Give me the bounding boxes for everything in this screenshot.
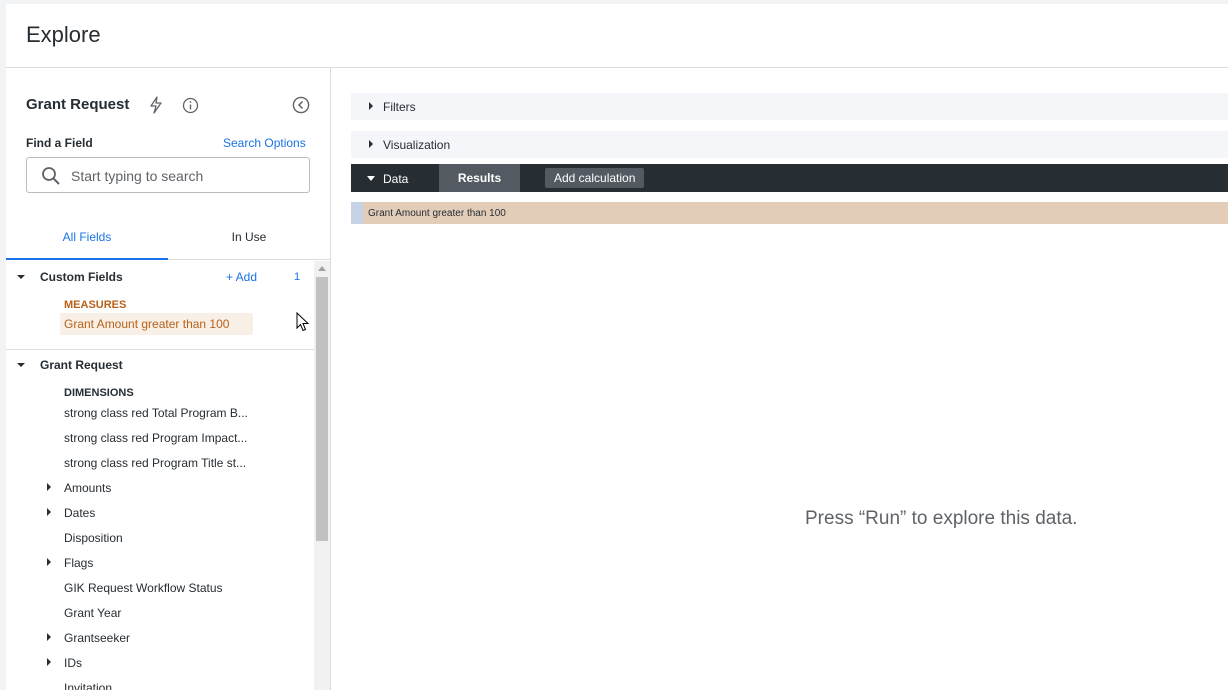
column-header-label: Grant Amount greater than 100 [368,208,506,219]
field-group-amounts[interactable]: Amounts [64,481,111,495]
add-calculation-button[interactable]: Add calculation [545,168,645,188]
custom-fields-group[interactable]: Custom Fields + Add 1 [6,265,314,289]
field-list-scrollbar[interactable] [314,261,330,690]
field-group-flags[interactable]: Flags [64,556,93,570]
explore-main-panel: Filters Visualization Data Results Add c… [332,68,1228,690]
caret-right-icon [47,633,51,641]
caret-right-icon [47,483,51,491]
results-column-header[interactable]: Grant Amount greater than 100 [351,202,1228,224]
field-list: Custom Fields + Add 1 MEASURES Grant Amo… [6,261,314,690]
custom-fields-label: Custom Fields [40,270,123,284]
tab-results[interactable]: Results [439,164,520,192]
grant-request-group[interactable]: Grant Request [6,353,314,377]
caret-down-icon [17,363,25,367]
field-disposition[interactable]: Disposition [64,531,123,545]
explore-name: Grant Request [26,96,130,113]
search-icon [42,167,60,185]
info-icon[interactable] [182,97,199,114]
field-group-grantseeker[interactable]: Grantseeker [64,631,130,645]
caret-down-icon [367,176,375,181]
add-custom-field-button[interactable]: + Add [226,265,257,289]
scrollbar-thumb[interactable] [316,277,328,541]
collapse-sidebar-icon[interactable] [292,96,310,114]
page-title: Explore [26,22,101,47]
field-grant-year[interactable]: Grant Year [64,606,121,620]
lightning-bolt-icon[interactable] [148,96,164,114]
field-group-dates[interactable]: Dates [64,506,95,520]
grant-request-label: Grant Request [40,358,123,372]
visualization-section[interactable]: Visualization [351,131,1228,158]
visualization-label: Visualization [383,138,451,152]
row-number-strip [351,202,363,224]
caret-right-icon [47,558,51,566]
dimensions-section-label: DIMENSIONS [64,387,134,399]
caret-right-icon [47,508,51,516]
filters-section[interactable]: Filters [351,93,1228,120]
find-field-label: Find a Field [26,136,93,150]
caret-down-icon [17,275,25,279]
field-search-input[interactable] [71,165,301,187]
field-search-box[interactable] [26,157,310,193]
field-invitation[interactable]: Invitation [64,681,112,690]
field-group-ids[interactable]: IDs [64,656,82,670]
scroll-up-icon[interactable] [318,266,326,271]
page-header: Explore [6,4,1228,68]
field-program-impact[interactable]: strong class red Program Impact... [64,431,247,445]
mouse-pointer-icon [296,312,310,332]
measures-section-label: MEASURES [64,299,127,311]
field-picker-sidebar: Grant Request Find a Field Search Option… [6,68,331,690]
field-tabs: All Fields In Use [6,214,330,260]
data-section-bar: Data Results Add calculation [351,164,1228,192]
tab-all-fields[interactable]: All Fields [6,214,168,260]
caret-right-icon [47,658,51,666]
data-toggle[interactable]: Data [383,172,408,186]
search-options-link[interactable]: Search Options [223,136,306,150]
field-program-title[interactable]: strong class red Program Title st... [64,456,246,470]
group-divider [6,349,314,350]
caret-right-icon [369,102,373,110]
custom-measure-grant-amount[interactable]: Grant Amount greater than 100 [60,313,253,335]
field-gik-request-workflow-status[interactable]: GIK Request Workflow Status [64,581,223,595]
custom-fields-count: 1 [294,271,301,283]
tab-in-use[interactable]: In Use [168,214,330,260]
filters-label: Filters [383,100,416,114]
field-total-program-budget[interactable]: strong class red Total Program B... [64,406,248,420]
caret-right-icon [369,140,373,148]
empty-results-message: Press “Run” to explore this data. [805,508,1078,529]
explore-window: Explore Grant Request Find a Field Searc… [6,4,1228,690]
